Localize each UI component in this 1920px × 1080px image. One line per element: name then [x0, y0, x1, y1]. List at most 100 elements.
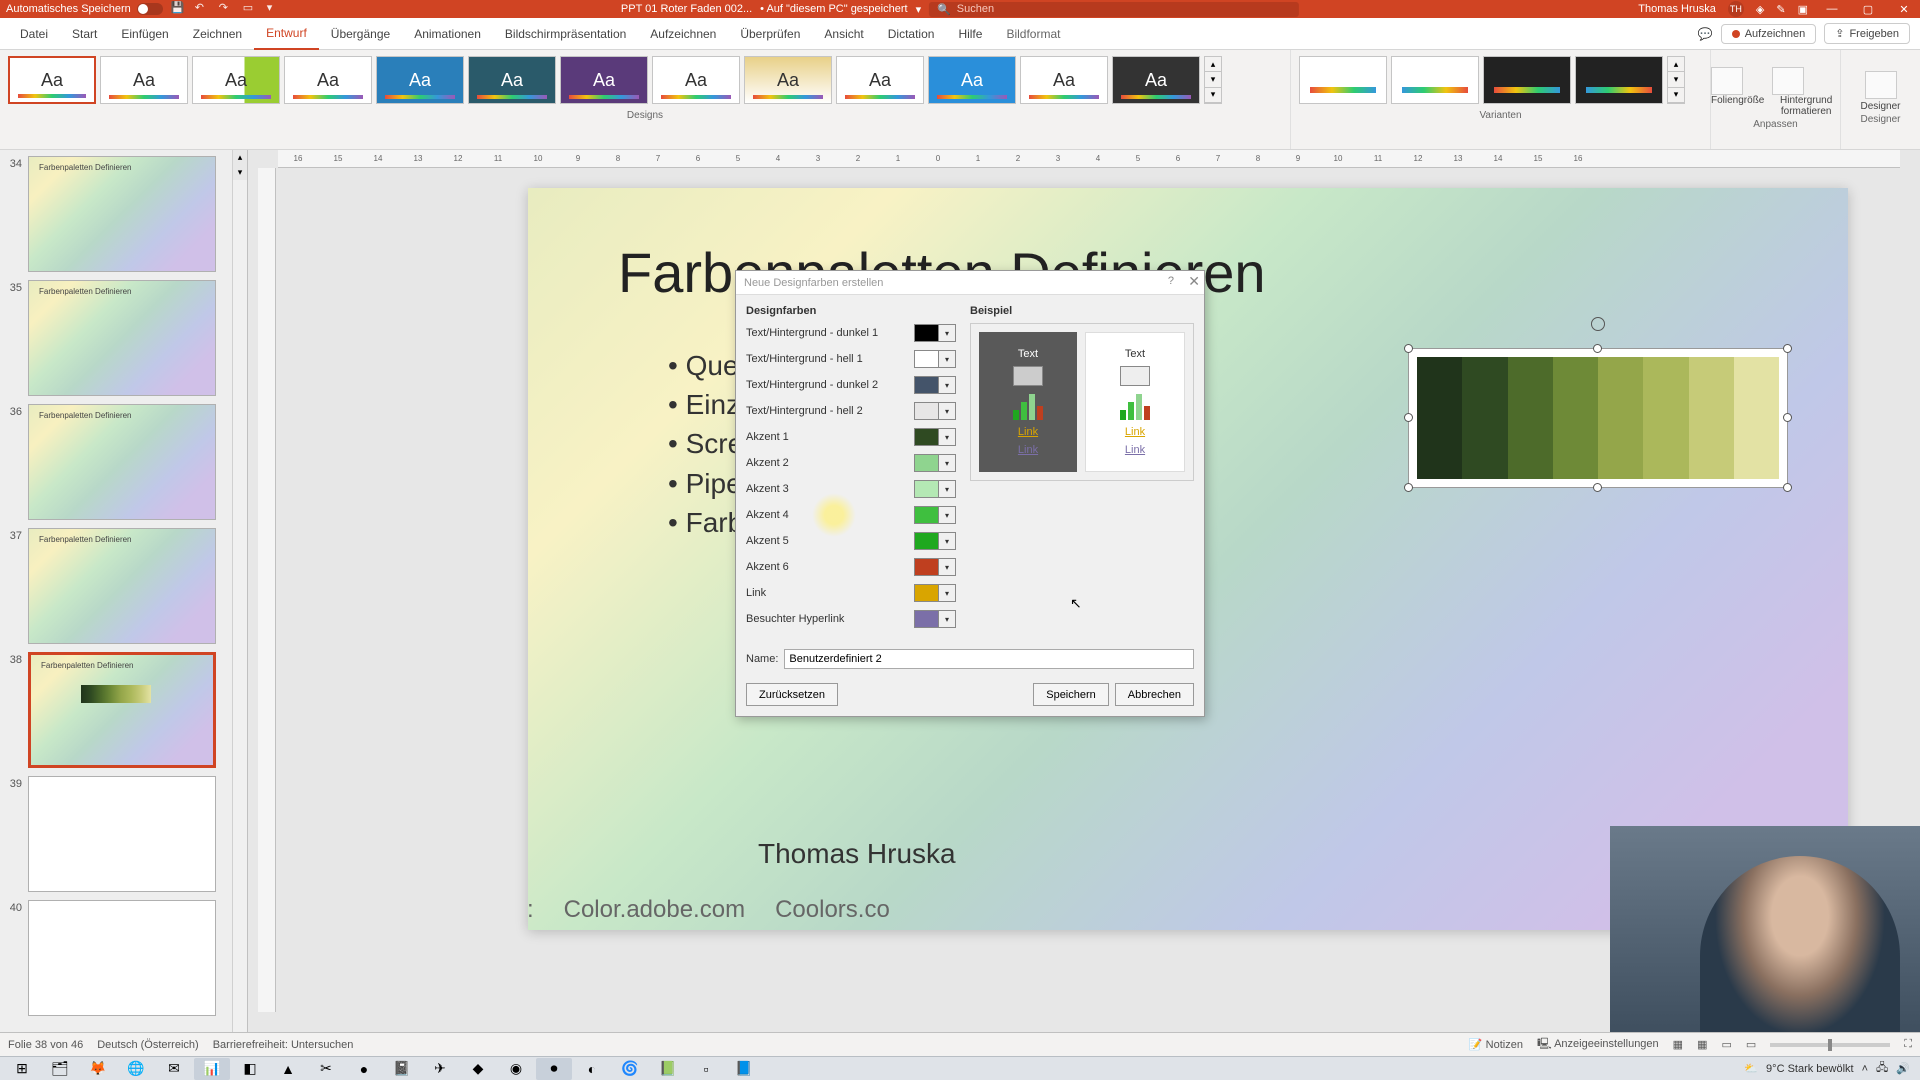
firefox-icon[interactable]: 🦊	[80, 1058, 116, 1080]
thumbnail-item[interactable]: 40	[4, 900, 243, 1016]
resize-handle[interactable]	[1783, 413, 1792, 422]
color-picker-button[interactable]: ▾	[914, 584, 956, 602]
tab-ansicht[interactable]: Ansicht	[812, 18, 875, 50]
color-picker-button[interactable]: ▾	[914, 454, 956, 472]
dialog-titlebar[interactable]: Neue Designfarben erstellen ? ✕	[736, 271, 1204, 295]
recording-icon[interactable]: ⏺	[536, 1058, 572, 1080]
sorter-view-icon[interactable]: ▦	[1697, 1038, 1707, 1051]
explorer-icon[interactable]: 🗂	[42, 1058, 78, 1080]
edge-icon[interactable]: 🌀	[612, 1058, 648, 1080]
theme-thumb[interactable]: Aa	[928, 56, 1016, 104]
tab-datei[interactable]: Datei	[8, 18, 60, 50]
tab-aufzeichnen[interactable]: Aufzeichnen	[638, 18, 728, 50]
color-picker-button[interactable]: ▾	[914, 428, 956, 446]
color-picker-button[interactable]: ▾	[914, 376, 956, 394]
weather-icon[interactable]: ⛅	[1744, 1062, 1758, 1075]
color-picker-button[interactable]: ▾	[914, 610, 956, 628]
color-picker-button[interactable]: ▾	[914, 324, 956, 342]
normal-view-icon[interactable]: ▦	[1673, 1038, 1683, 1051]
slideshow-view-icon[interactable]: ▭	[1746, 1038, 1756, 1051]
thumbnail-image[interactable]: Farbenpaletten Definieren	[28, 280, 216, 396]
theme-thumb[interactable]: Aa	[8, 56, 96, 104]
chrome-icon[interactable]: 🌐	[118, 1058, 154, 1080]
color-picker-button[interactable]: ▾	[914, 506, 956, 524]
obs-icon[interactable]: ◉	[498, 1058, 534, 1080]
color-picker-button[interactable]: ▾	[914, 532, 956, 550]
outlook-icon[interactable]: ✉	[156, 1058, 192, 1080]
thumbnail-item[interactable]: 34Farbenpaletten Definieren	[4, 156, 243, 272]
toggle-switch[interactable]	[137, 3, 163, 15]
maximize-button[interactable]: ▢	[1856, 2, 1880, 16]
thumbnail-image[interactable]: Farbenpaletten Definieren	[28, 404, 216, 520]
tab-start[interactable]: Start	[60, 18, 109, 50]
save-icon[interactable]: 💾	[171, 1, 187, 17]
excel-icon[interactable]: 📗	[650, 1058, 686, 1080]
theme-thumb[interactable]: Aa	[1112, 56, 1200, 104]
resize-handle[interactable]	[1593, 483, 1602, 492]
slide-indicator[interactable]: Folie 38 von 46	[8, 1039, 83, 1051]
theme-thumb[interactable]: Aa	[560, 56, 648, 104]
thumbnail-image[interactable]: Farbenpaletten Definieren	[28, 528, 216, 644]
vlc-icon[interactable]: ▲	[270, 1058, 306, 1080]
variant-thumb[interactable]	[1391, 56, 1479, 104]
powerpoint-icon[interactable]: 📊	[194, 1058, 230, 1080]
variant-thumb[interactable]	[1483, 56, 1571, 104]
close-icon[interactable]: ✕	[1188, 273, 1200, 290]
format-background-icon[interactable]	[1772, 67, 1804, 95]
network-icon[interactable]: 🖧	[1876, 1059, 1888, 1078]
name-input[interactable]	[784, 649, 1194, 669]
thumbnail-item[interactable]: 39	[4, 776, 243, 892]
app-icon[interactable]: ◧	[232, 1058, 268, 1080]
color-picker-button[interactable]: ▾	[914, 480, 956, 498]
reset-button[interactable]: Zurücksetzen	[746, 683, 838, 706]
close-button[interactable]: ✕	[1892, 2, 1916, 16]
resize-handle[interactable]	[1783, 344, 1792, 353]
reading-view-icon[interactable]: ▭	[1721, 1038, 1731, 1051]
telegram-icon[interactable]: ✈	[422, 1058, 458, 1080]
cancel-button[interactable]: Abbrechen	[1115, 683, 1194, 706]
variant-thumb[interactable]	[1575, 56, 1663, 104]
tab-ueberpruefen[interactable]: Überprüfen	[728, 18, 812, 50]
app-icon[interactable]: ▫	[688, 1058, 724, 1080]
snipping-icon[interactable]: ✂	[308, 1058, 344, 1080]
resize-handle[interactable]	[1404, 483, 1413, 492]
resize-handle[interactable]	[1593, 344, 1602, 353]
user-name[interactable]: Thomas Hruska	[1638, 3, 1716, 15]
word-icon[interactable]: 📘	[726, 1058, 762, 1080]
diamond-icon[interactable]: ◈	[1756, 3, 1764, 16]
volume-icon[interactable]: 🔊	[1896, 1062, 1910, 1075]
theme-thumb[interactable]: Aa	[744, 56, 832, 104]
variant-thumb[interactable]	[1299, 56, 1387, 104]
thumbnail-scrollbar[interactable]: ▴ ▾	[232, 150, 247, 1032]
thumbnail-item[interactable]: 37Farbenpaletten Definieren	[4, 528, 243, 644]
variants-more-button[interactable]: ▴▾▾	[1667, 56, 1685, 104]
selected-image[interactable]	[1408, 348, 1788, 488]
redo-icon[interactable]: ↷	[219, 1, 235, 17]
theme-thumb[interactable]: Aa	[284, 56, 372, 104]
user-avatar[interactable]: TH	[1728, 1, 1744, 17]
zoom-slider[interactable]	[1770, 1043, 1890, 1047]
color-picker-button[interactable]: ▾	[914, 558, 956, 576]
theme-thumb[interactable]: Aa	[468, 56, 556, 104]
color-picker-button[interactable]: ▾	[914, 402, 956, 420]
tab-bildformat[interactable]: Bildformat	[994, 18, 1072, 50]
pen-icon[interactable]: ✎	[1776, 3, 1785, 16]
theme-thumb[interactable]: Aa	[376, 56, 464, 104]
accessibility-indicator[interactable]: Barrierefreiheit: Untersuchen	[213, 1039, 354, 1051]
thumbnail-image[interactable]	[28, 776, 216, 892]
theme-thumb[interactable]: Aa	[192, 56, 280, 104]
tab-hilfe[interactable]: Hilfe	[946, 18, 994, 50]
onenote-icon[interactable]: 📓	[384, 1058, 420, 1080]
scroll-up-icon[interactable]: ▴	[233, 150, 247, 165]
rotate-handle[interactable]	[1591, 317, 1605, 331]
tab-animationen[interactable]: Animationen	[402, 18, 493, 50]
system-tray[interactable]: ⛅ 9°C Stark bewölkt ˄ 🖧 🔊	[1744, 1059, 1916, 1078]
comments-icon[interactable]: 💬	[1698, 27, 1713, 41]
theme-thumb[interactable]: Aa	[100, 56, 188, 104]
autosave-toggle[interactable]: Automatisches Speichern	[6, 3, 163, 15]
scroll-down-icon[interactable]: ▾	[233, 165, 247, 180]
chevron-down-icon[interactable]: ▾	[916, 3, 922, 16]
share-button[interactable]: ⇪Freigeben	[1824, 23, 1910, 44]
resize-handle[interactable]	[1404, 413, 1413, 422]
theme-thumb[interactable]: Aa	[836, 56, 924, 104]
